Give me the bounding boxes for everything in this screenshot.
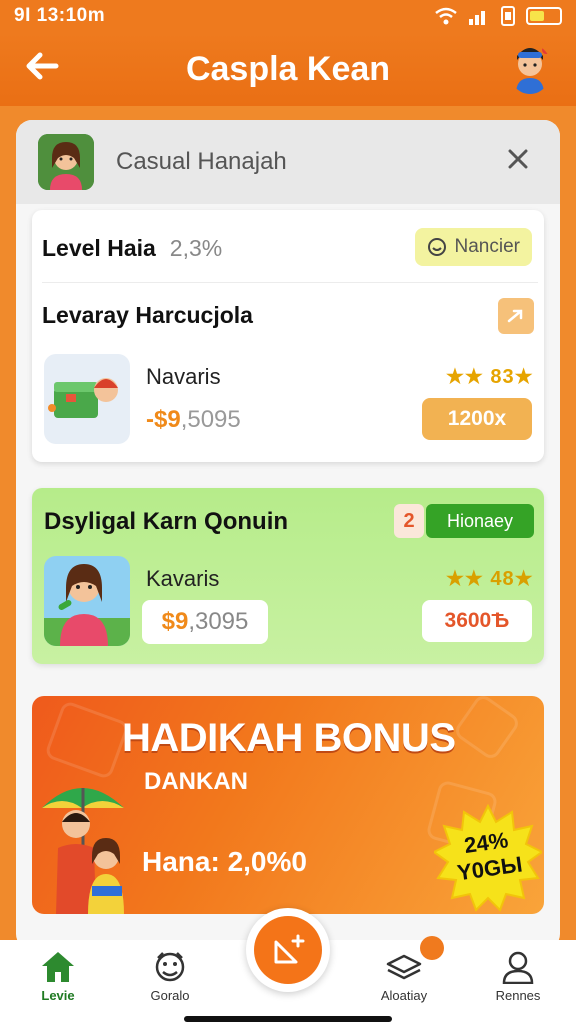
item-price-2-symbol: $9 [161,608,189,635]
avatar[interactable] [508,44,552,94]
amount-button-2[interactable]: 3600Ѣ [422,600,532,642]
edit-button[interactable]: 2 [394,504,424,538]
item-price-2: $9,3095 [142,600,268,644]
dialog-header: Casual Hanajah [16,120,560,204]
signal-icon [469,11,485,25]
nav-item-activity[interactable]: Aloatiay [356,950,452,1016]
status-icons [434,6,562,26]
page-title: Caspla Kean [185,49,391,88]
close-button[interactable] [498,145,538,179]
level-value: 2,3% [169,234,223,261]
banner-title: HADIKAH BONUS [122,716,456,760]
level-row: Level Haia 2,3% Nancier [42,228,542,268]
status-time: 9I 13:10m [14,5,106,26]
arrow-left-icon [26,52,59,80]
back-button[interactable] [20,46,64,90]
item-price-1: -$9,5095 [146,406,241,434]
nav-label-home: Levie [41,988,75,1003]
dialog-title: Casual Hanajah [116,148,287,175]
app-bar: Caspla Kean [0,32,576,106]
item-price-2-value: ,3095 [188,608,249,635]
divider [42,282,538,283]
arrow-share-icon [507,309,523,323]
nav-item-games[interactable]: Goralo [122,950,218,1016]
game-thumbnail-1 [44,354,130,444]
sparkle-edit-icon [274,934,305,964]
layers-icon [386,954,422,980]
wifi-icon [435,7,457,25]
item-name-2: Kavaris [146,566,220,591]
battery-icon [526,7,562,25]
amount-button-1[interactable]: 1200x [422,398,532,440]
banner-subtitle: DANKAN [144,768,248,795]
nav-label-games: Goralo [150,988,190,1003]
item-name-1: Navaris [146,364,221,389]
nav-item-home[interactable]: Levie [10,950,106,1016]
dialog-thumbnail [38,134,94,190]
center-action-button[interactable] [246,908,330,992]
section-2-title: Dsyligal Karn Qonuin [44,508,289,535]
rating-1: ★★ 83★ [446,366,534,388]
section-1-title: Levaray Harcucjola [42,302,253,328]
center-action-button-inner [254,916,322,984]
family-illustration [42,788,124,914]
share-button[interactable] [498,298,534,334]
level-pill-label: Nancier [454,236,520,257]
nav-item-profile[interactable]: Rennes [470,950,566,1016]
person-icon [502,951,534,984]
section-2-tag-button[interactable]: Hionaey [426,504,534,538]
nav-label-activity: Aloatiay [380,988,428,1003]
level-label: Level Haia [42,234,156,261]
close-icon [508,149,528,169]
game-thumbnail-2 [44,556,130,646]
status-bar: 9I 13:10m [0,0,576,32]
item-price-1-symbol: -$9 [146,406,181,433]
banner-decoration [43,699,131,781]
notification-badge [420,936,444,960]
nav-label-profile: Rennes [495,988,541,1003]
emoji-icon [427,238,446,256]
banner-decoration [452,696,522,762]
rating-2: ★★ 48★ [446,568,534,590]
sim-icon [501,6,515,26]
home-icon [42,952,74,982]
level-pill-button[interactable]: Nancier [414,228,532,266]
item-price-1-value: ,5095 [180,406,241,433]
banner-rate: Hana: 2,0%0 [142,846,307,877]
home-indicator [184,1016,392,1022]
gamepad-icon [155,952,185,982]
